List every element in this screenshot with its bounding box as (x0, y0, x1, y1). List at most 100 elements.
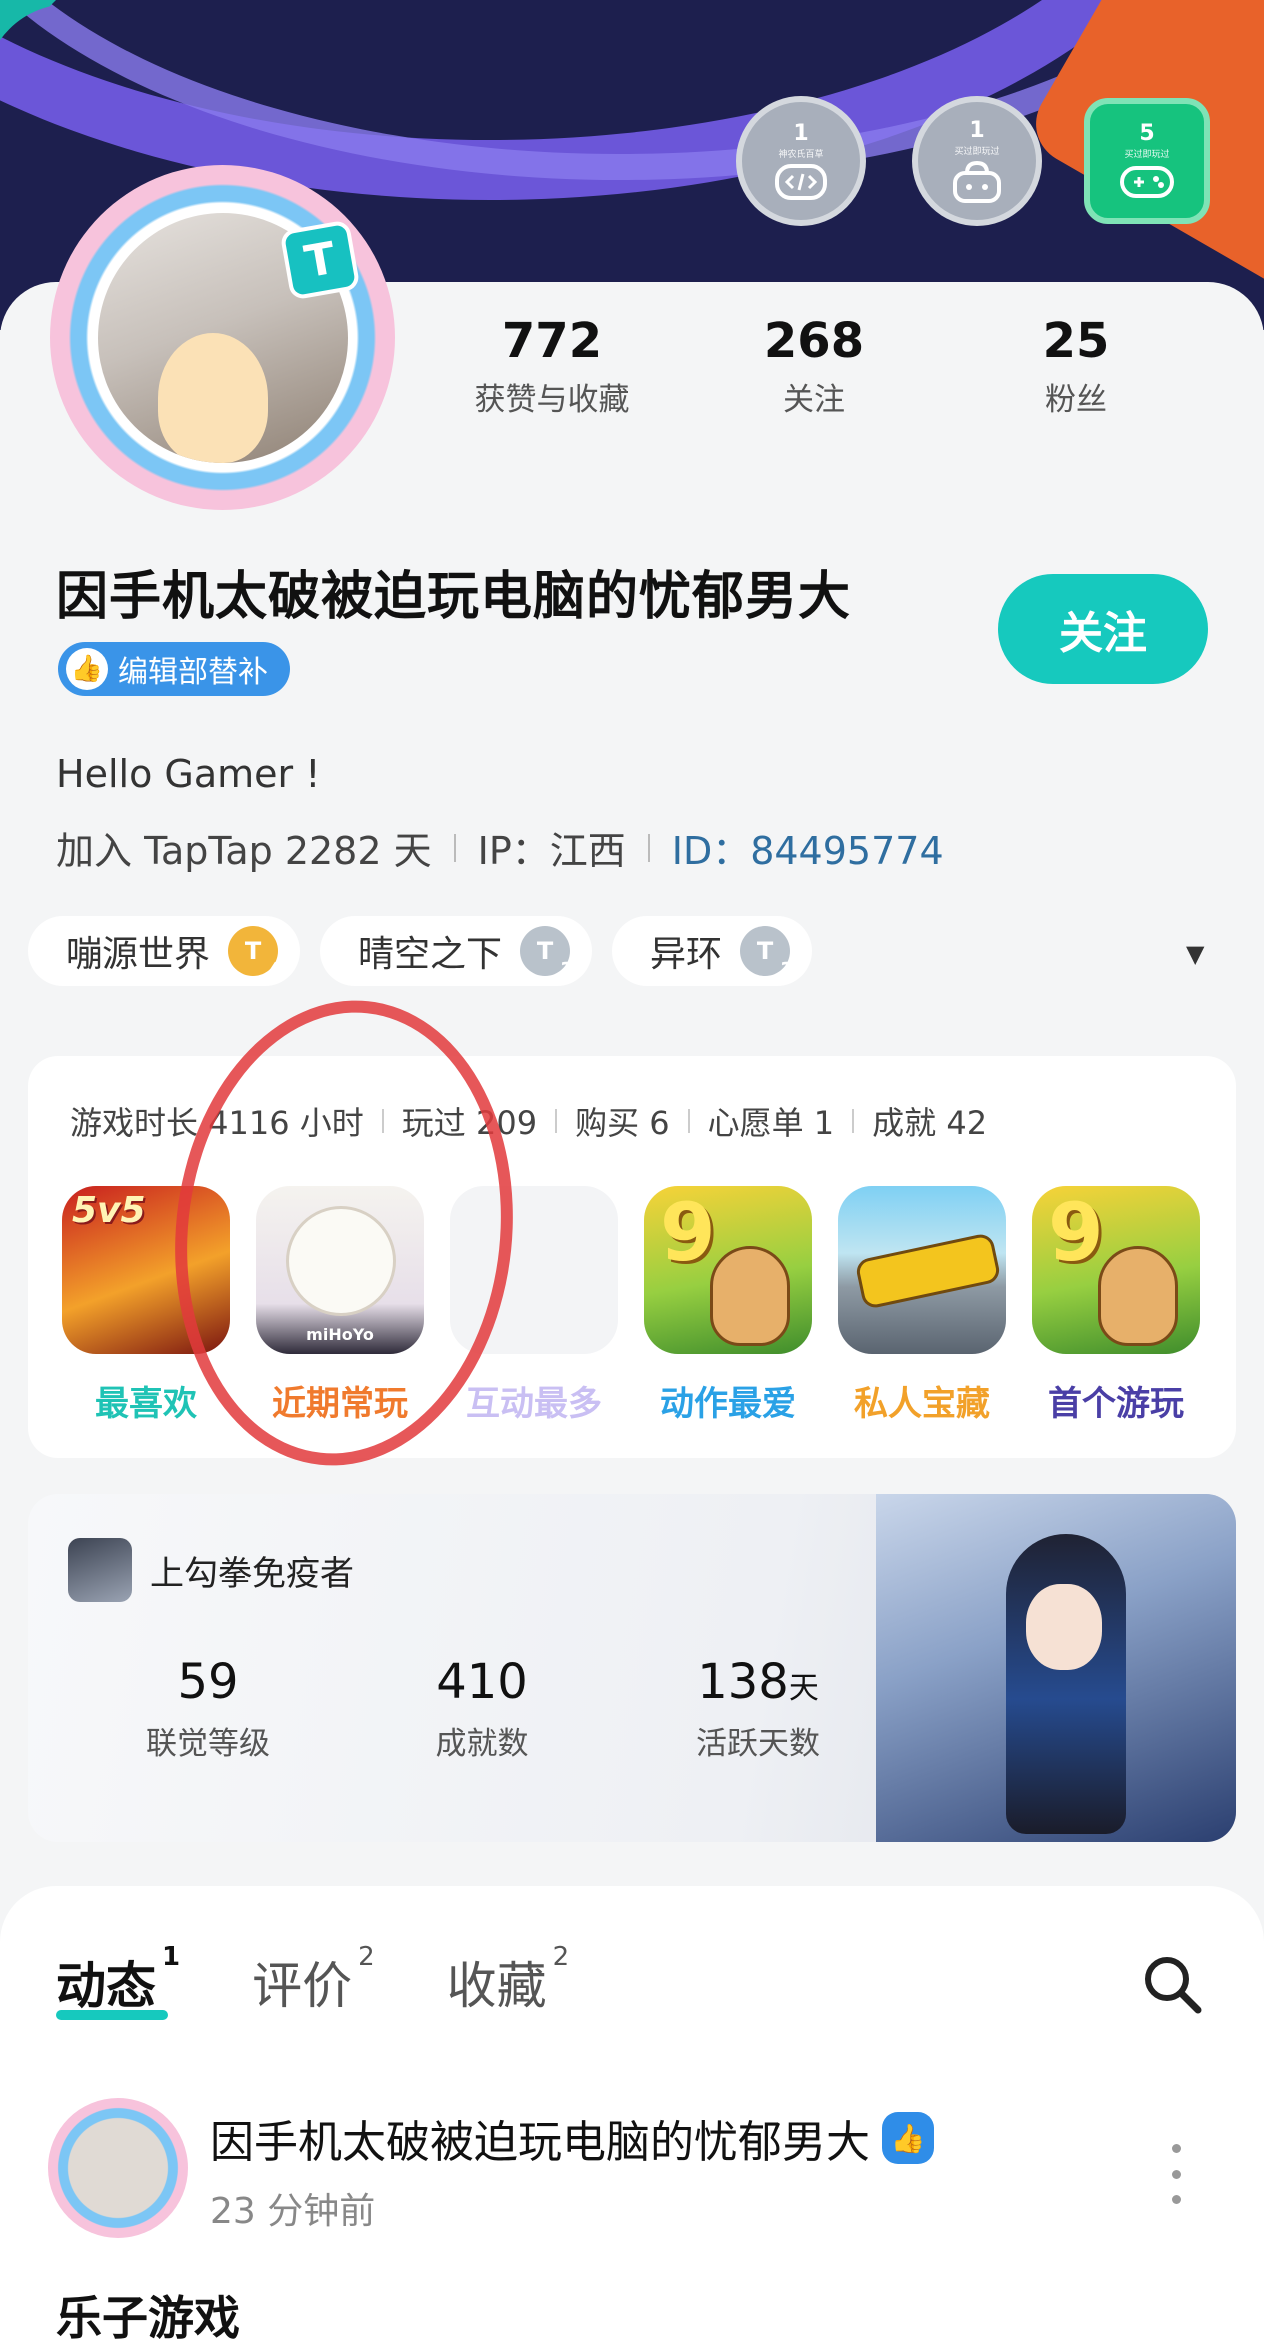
more-options-icon[interactable] (1166, 2144, 1186, 2204)
badge-shennong[interactable]: 1 神农氏百草 (736, 96, 866, 226)
badge-caption: 买过即玩过 (1124, 149, 1170, 160)
level-number: 4 (268, 958, 283, 982)
achievement-game-name: 上勾拳免疫者 (150, 1553, 354, 1594)
game-tags: 嘣源世界 T4 晴空之下 T3 异环 T3 (28, 916, 813, 986)
post-header: 因手机太破被迫玩电脑的忧郁男大 👍 23 分钟前 (48, 2098, 934, 2238)
game-caption: 首个游玩 (1048, 1384, 1184, 1424)
achievement-count: 成就 42 (872, 1104, 988, 1142)
tab-label: 动态 (56, 1957, 156, 2015)
stat-followers[interactable]: 25 粉丝 (966, 315, 1186, 419)
game-tag-label: 晴空之下 (358, 934, 503, 975)
ach-achievements: 410 成就数 (362, 1654, 602, 1763)
divider (647, 833, 650, 862)
tab-reviews[interactable]: 评价 2 (252, 1942, 375, 2018)
game-icon: 5v5 (62, 1186, 230, 1354)
content-tabs: 动态 1 评价 2 收藏 2 (56, 1942, 570, 2020)
post-title[interactable]: 乐子游戏 (56, 2282, 240, 2348)
ach-label: 成就数 (435, 1726, 529, 1762)
ach-value: 138 (697, 1654, 789, 1710)
follow-button[interactable]: 关注 (998, 574, 1208, 684)
badge-count: 1 (969, 117, 985, 143)
stat-likes[interactable]: 772 获赞与收藏 (442, 315, 662, 419)
profile-name: 因手机太破被迫玩电脑的忧郁男大 (56, 567, 852, 627)
game-favorite[interactable]: 5v5 最喜欢 (62, 1186, 230, 1425)
stat-following[interactable]: 268 关注 (704, 315, 924, 419)
game-icon (838, 1186, 1006, 1354)
ach-value: 410 (436, 1654, 528, 1710)
search-icon[interactable] (1140, 1952, 1204, 2016)
post-meta: 因手机太破被迫玩电脑的忧郁男大 👍 23 分钟前 (210, 2098, 934, 2234)
game-icons: 5v5 最喜欢 miHoYo 近期常玩 互动最多 9 动作最爱 私人宝藏 9 首… (62, 1186, 1200, 1425)
badge-caption: 神农氏百草 (778, 149, 824, 160)
joined-days: 加入 TapTap 2282 天 (56, 829, 432, 873)
controller-icon (1120, 165, 1174, 198)
game-icon-placeholder (450, 1186, 618, 1354)
character-illustration (876, 1494, 1236, 1842)
character-art (710, 1246, 790, 1346)
badge-bought-played-5[interactable]: 5 买过即玩过 (1084, 98, 1210, 224)
post-avatar[interactable] (48, 2098, 188, 2238)
tab-collections[interactable]: 收藏 2 (446, 1942, 570, 2018)
game-icon: miHoYo (256, 1186, 424, 1354)
tab-count: 1 (162, 1942, 181, 1972)
editor-tag-label: 编辑部替补 (118, 655, 268, 690)
achievement-card[interactable]: 上勾拳免疫者 59 联觉等级 410 成就数 138天 活跃天数 (28, 1494, 1236, 1842)
character-face (1026, 1584, 1102, 1670)
posts-section: 动态 1 评价 2 收藏 2 因手机太破被迫玩电脑的忧郁男大 👍 23 分钟前 乐子游戏 (0, 1886, 1264, 2352)
thumbs-up-icon: 👍 (66, 648, 108, 690)
game-icon-text: 5v5 (72, 1190, 146, 1231)
game-tag[interactable]: 异环 T3 (612, 916, 813, 986)
stat-value: 268 (763, 313, 865, 369)
game-treasure[interactable]: 私人宝藏 (838, 1186, 1006, 1425)
badge-caption: 买过即玩过 (954, 146, 1000, 157)
expand-tags-chevron-icon[interactable]: ▼ (1186, 940, 1204, 968)
avatar[interactable]: T (50, 165, 395, 510)
character-art (286, 1206, 396, 1316)
divider (453, 833, 456, 862)
divider (381, 1109, 384, 1133)
ach-value: 59 (177, 1654, 239, 1710)
game-action[interactable]: 9 动作最爱 (644, 1186, 812, 1425)
stat-label: 获赞与收藏 (474, 381, 630, 418)
playtime: 游戏时长 4116 小时 (70, 1104, 364, 1142)
stat-label: 粉丝 (1045, 381, 1107, 418)
divider (555, 1109, 558, 1133)
tab-count: 2 (358, 1942, 375, 1972)
divider (687, 1109, 690, 1133)
game-tag[interactable]: 晴空之下 T3 (320, 916, 593, 986)
stat-label: 关注 (783, 381, 845, 418)
level-number: 3 (780, 958, 795, 982)
bag-controller-icon (953, 160, 1001, 203)
game-recent[interactable]: miHoYo 近期常玩 (256, 1186, 424, 1425)
user-id[interactable]: ID：84495774 (672, 820, 944, 875)
editor-tag[interactable]: 👍 编辑部替补 (58, 642, 290, 696)
post-author[interactable]: 因手机太破被迫玩电脑的忧郁男大 (210, 2106, 870, 2170)
game-tag-label: 异环 (650, 934, 723, 975)
level-badge-icon: T4 (228, 926, 282, 982)
game-caption: 近期常玩 (272, 1384, 408, 1424)
level-number: 3 (560, 958, 575, 982)
badge-bought-played[interactable]: 1 买过即玩过 (912, 96, 1042, 226)
wishlist-count: 心愿单 1 (707, 1104, 835, 1142)
game-caption: 动作最爱 (660, 1384, 796, 1424)
game-icon: 9 (644, 1186, 812, 1354)
ach-label: 联觉等级 (146, 1726, 270, 1762)
tab-label: 评价 (252, 1957, 353, 2015)
game-caption: 最喜欢 (95, 1384, 197, 1424)
game-record-card[interactable]: 游戏时长 4116 小时 玩过 209 购买 6 心愿单 1 成就 42 5v5… (28, 1056, 1236, 1458)
code-controller-icon (775, 163, 827, 200)
purchased-count: 购买 6 (575, 1104, 670, 1142)
game-tag-label: 嘣源世界 (66, 934, 211, 975)
game-tag[interactable]: 嘣源世界 T4 (28, 916, 301, 986)
game-first[interactable]: 9 首个游玩 (1032, 1186, 1200, 1425)
car-art (854, 1231, 1002, 1311)
game-interact[interactable]: 互动最多 (450, 1186, 618, 1425)
divider (852, 1109, 855, 1133)
game-caption: 私人宝藏 (854, 1384, 990, 1424)
game-icon-text: 9 (660, 1186, 716, 1279)
taptap-logo-icon: T (279, 219, 361, 301)
tab-activity[interactable]: 动态 1 (56, 1942, 180, 2020)
game-icon-text: 9 (1048, 1186, 1104, 1279)
ach-active-days: 138天 活跃天数 (638, 1654, 878, 1763)
tab-label: 收藏 (446, 1957, 547, 2015)
